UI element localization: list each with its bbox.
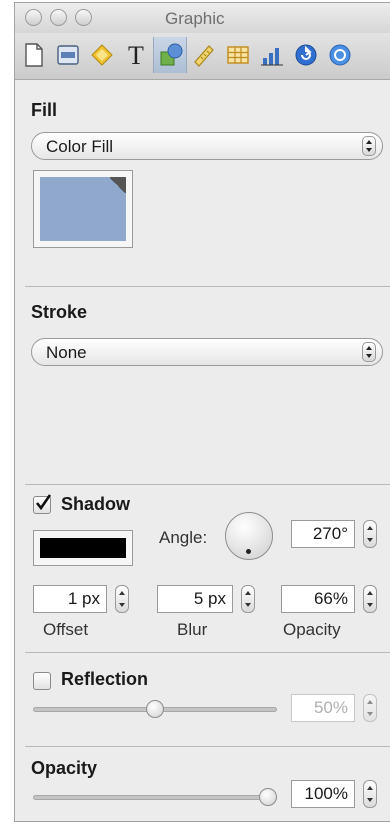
graphic-icon: [160, 43, 183, 66]
stroke-type-value: None: [46, 343, 87, 362]
minimize-window-button[interactable]: [50, 9, 67, 26]
shadow-opacity-label: Opacity: [283, 620, 341, 639]
angle-stepper[interactable]: [363, 520, 377, 548]
divider: [25, 484, 390, 485]
text-inspector-tab[interactable]: T: [119, 37, 153, 73]
shadow-opacity-stepper[interactable]: [363, 585, 377, 613]
divider: [25, 286, 390, 287]
divider: [25, 746, 390, 747]
wrap-icon: [91, 44, 113, 66]
reflection-stepper[interactable]: [363, 694, 377, 722]
window-title: Graphic: [165, 9, 225, 28]
fill-section-title: Fill: [31, 100, 57, 120]
graphic-inspector-tab[interactable]: [153, 37, 187, 73]
metrics-icon: [194, 45, 214, 67]
shadow-color-swatch: [40, 538, 126, 558]
document-inspector-tab[interactable]: [17, 37, 51, 73]
stroke-type-popup[interactable]: None: [31, 338, 383, 366]
color-well-corner-icon: [108, 177, 126, 193]
fill-type-popup[interactable]: Color Fill: [31, 132, 383, 160]
chart-icon: [261, 48, 283, 66]
table-inspector-tab[interactable]: [221, 37, 255, 73]
chart-inspector-tab[interactable]: [255, 37, 289, 73]
reflection-slider-knob[interactable]: [146, 700, 164, 718]
document-icon: [25, 43, 43, 67]
more-icon: [329, 44, 351, 66]
checkmark-icon: [35, 494, 52, 511]
popup-arrows-icon: [362, 342, 376, 362]
table-icon: [227, 46, 249, 64]
shadow-opacity-field[interactable]: 66%: [281, 585, 355, 613]
reflection-label: Reflection: [61, 669, 149, 689]
opacity-value-field[interactable]: 100%: [291, 780, 355, 808]
layout-inspector-tab[interactable]: [51, 37, 85, 73]
hyperlink-icon: [295, 44, 317, 66]
offset-field[interactable]: 1 px: [33, 585, 107, 613]
opacity-stepper[interactable]: [363, 780, 377, 808]
title-bar[interactable]: Graphic: [15, 3, 390, 33]
shadow-checkbox[interactable]: [33, 494, 52, 514]
text-icon: T: [128, 42, 144, 68]
angle-indicator-icon: [246, 549, 251, 554]
shadow-label: Shadow: [61, 494, 131, 514]
metrics-inspector-tab[interactable]: [187, 37, 221, 73]
angle-knob[interactable]: [225, 512, 273, 560]
zoom-window-button[interactable]: [75, 9, 92, 26]
more-inspector-tab[interactable]: [323, 37, 357, 73]
close-window-button[interactable]: [25, 9, 42, 26]
divider: [25, 652, 390, 653]
angle-field[interactable]: 270°: [291, 520, 355, 548]
blur-stepper[interactable]: [241, 585, 255, 613]
wrap-inspector-tab[interactable]: [85, 37, 119, 73]
layout-icon: [57, 45, 79, 65]
graphic-inspector-window: Graphic T Fill Color Fill Stroke None Sh…: [14, 2, 390, 822]
fill-color-well[interactable]: [33, 170, 133, 248]
offset-label: Offset: [43, 620, 89, 639]
blur-field[interactable]: 5 px: [157, 585, 233, 613]
blur-label: Blur: [177, 620, 208, 639]
inspector-content: Fill Color Fill Stroke None Shadow Angle…: [15, 80, 390, 821]
reflection-checkbox[interactable]: [33, 672, 51, 690]
svg-text:T: T: [128, 42, 144, 68]
opacity-slider-track[interactable]: [33, 795, 277, 800]
hyperlink-inspector-tab[interactable]: [289, 37, 323, 73]
opacity-section-title: Opacity: [31, 758, 98, 778]
offset-stepper[interactable]: [115, 585, 129, 613]
popup-arrows-icon: [362, 136, 376, 156]
opacity-slider-knob[interactable]: [259, 788, 277, 806]
inspector-toolbar: T: [15, 33, 390, 80]
stroke-section-title: Stroke: [31, 302, 88, 322]
fill-type-value: Color Fill: [46, 137, 114, 156]
shadow-color-well[interactable]: [33, 530, 133, 566]
reflection-value-field[interactable]: 50%: [291, 694, 355, 722]
angle-label: Angle:: [159, 528, 208, 547]
